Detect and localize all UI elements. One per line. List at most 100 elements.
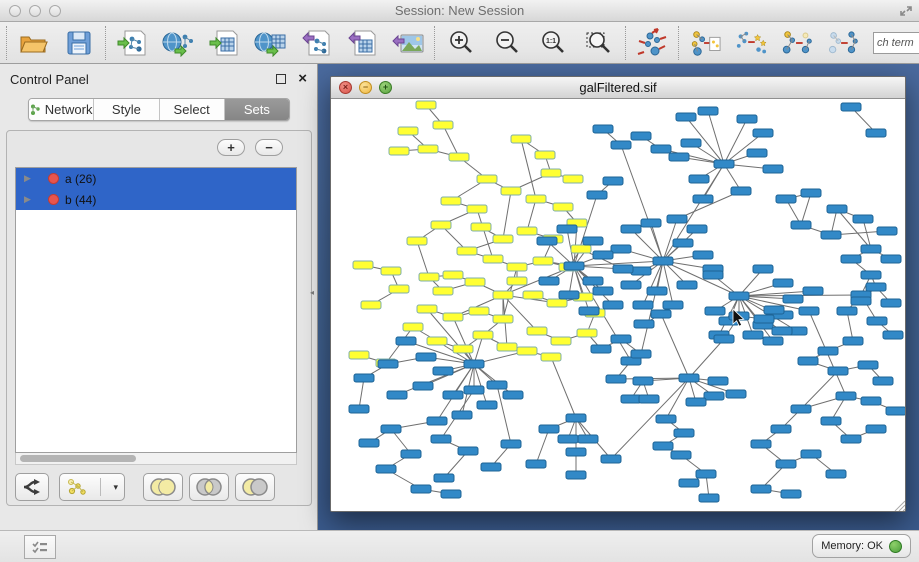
expander-icon[interactable]: ▶ xyxy=(24,194,34,205)
graph-edge[interactable] xyxy=(611,378,689,459)
graph-node[interactable] xyxy=(799,307,819,315)
graph-node[interactable] xyxy=(398,127,418,135)
graph-node[interactable] xyxy=(416,353,436,361)
graph-node[interactable] xyxy=(866,425,886,433)
graph-node[interactable] xyxy=(634,320,654,328)
graph-node[interactable] xyxy=(601,455,621,463)
graph-node[interactable] xyxy=(433,121,453,129)
graph-node[interactable] xyxy=(801,189,821,197)
graph-node[interactable] xyxy=(551,337,571,345)
graph-node[interactable] xyxy=(493,291,513,299)
graph-node[interactable] xyxy=(791,405,811,413)
graph-node[interactable] xyxy=(791,221,811,229)
graph-node[interactable] xyxy=(886,407,906,415)
graph-node[interactable] xyxy=(861,397,881,405)
graph-node[interactable] xyxy=(776,460,796,468)
graph-node[interactable] xyxy=(633,377,653,385)
graph-node[interactable] xyxy=(564,262,584,270)
graph-node[interactable] xyxy=(837,307,857,315)
graph-node[interactable] xyxy=(411,485,431,493)
graph-node[interactable] xyxy=(577,329,597,337)
graph-node[interactable] xyxy=(698,107,718,115)
apply-layout-button[interactable] xyxy=(636,27,668,59)
graph-node[interactable] xyxy=(708,377,728,385)
graph-node[interactable] xyxy=(674,429,694,437)
network-window[interactable]: × − + galFiltered.sif xyxy=(330,76,906,512)
graph-edge[interactable] xyxy=(708,111,724,164)
graph-node[interactable] xyxy=(441,197,461,205)
graph-node[interactable] xyxy=(693,251,713,259)
graph-node[interactable] xyxy=(753,265,773,273)
graph-node[interactable] xyxy=(681,139,701,147)
select-first-neighbors-button[interactable] xyxy=(735,27,767,59)
graph-node[interactable] xyxy=(467,205,487,213)
new-network-from-selection-button[interactable] xyxy=(689,27,721,59)
graph-edge[interactable] xyxy=(661,314,689,378)
graph-node[interactable] xyxy=(704,392,724,400)
graph-node[interactable] xyxy=(441,490,461,498)
graph-edge[interactable] xyxy=(417,241,429,277)
graph-node[interactable] xyxy=(537,237,557,245)
graph-node[interactable] xyxy=(606,375,626,383)
scrollbar-thumb[interactable] xyxy=(20,455,136,462)
graph-node[interactable] xyxy=(396,337,416,345)
export-table-button[interactable] xyxy=(346,27,378,59)
graph-node[interactable] xyxy=(611,335,631,343)
graph-node[interactable] xyxy=(763,165,783,173)
zoom-out-button[interactable] xyxy=(491,27,523,59)
graph-node[interactable] xyxy=(443,391,463,399)
graph-node[interactable] xyxy=(503,391,523,399)
graph-edge[interactable] xyxy=(689,339,724,378)
graph-node[interactable] xyxy=(696,470,716,478)
graph-node[interactable] xyxy=(389,147,409,155)
graph-edge[interactable] xyxy=(536,429,549,464)
tab-sets[interactable]: Sets xyxy=(225,99,289,120)
graph-node[interactable] xyxy=(621,395,641,403)
export-image-button[interactable] xyxy=(392,27,424,59)
graph-node[interactable] xyxy=(507,263,527,271)
graph-node[interactable] xyxy=(381,267,401,275)
graph-edge[interactable] xyxy=(359,378,364,409)
graph-node[interactable] xyxy=(523,291,543,299)
graph-node[interactable] xyxy=(751,485,771,493)
memory-status-button[interactable]: Memory: OK xyxy=(812,534,911,558)
graph-node[interactable] xyxy=(557,225,577,233)
graph-node[interactable] xyxy=(818,347,838,355)
float-panel-icon[interactable] xyxy=(276,74,286,84)
graph-node[interactable] xyxy=(417,305,437,313)
graph-node[interactable] xyxy=(517,347,537,355)
horizontal-scrollbar[interactable] xyxy=(15,453,297,465)
graph-node[interactable] xyxy=(731,187,751,195)
graph-node[interactable] xyxy=(703,271,723,279)
graph-node[interactable] xyxy=(621,225,641,233)
graph-edge[interactable] xyxy=(621,145,663,261)
graph-edge[interactable] xyxy=(527,199,536,231)
panel-collapse-arrow[interactable]: ◂ xyxy=(310,288,317,298)
graph-node[interactable] xyxy=(571,245,591,253)
graph-node[interactable] xyxy=(419,273,439,281)
graph-node[interactable] xyxy=(771,425,791,433)
graph-node[interactable] xyxy=(841,103,861,111)
graph-node[interactable] xyxy=(861,245,881,253)
graph-edge[interactable] xyxy=(443,125,459,157)
close-panel-icon[interactable]: × xyxy=(298,74,307,84)
graph-node[interactable] xyxy=(613,265,633,273)
graph-node[interactable] xyxy=(867,317,887,325)
graph-node[interactable] xyxy=(487,381,507,389)
graph-node[interactable] xyxy=(547,299,567,307)
graph-node[interactable] xyxy=(591,345,611,353)
graph-node[interactable] xyxy=(579,307,599,315)
graph-node[interactable] xyxy=(501,187,521,195)
graph-node[interactable] xyxy=(866,129,886,137)
graph-node[interactable] xyxy=(836,392,856,400)
graph-node[interactable] xyxy=(781,490,801,498)
graph-node[interactable] xyxy=(705,307,725,315)
graph-node[interactable] xyxy=(772,327,792,335)
graph-node[interactable] xyxy=(533,257,553,265)
graph-node[interactable] xyxy=(669,153,689,161)
graph-node[interactable] xyxy=(471,223,491,231)
graph-node[interactable] xyxy=(481,463,501,471)
zoom-fit-button[interactable] xyxy=(583,27,615,59)
graph-node[interactable] xyxy=(416,101,436,109)
graph-node[interactable] xyxy=(427,417,447,425)
